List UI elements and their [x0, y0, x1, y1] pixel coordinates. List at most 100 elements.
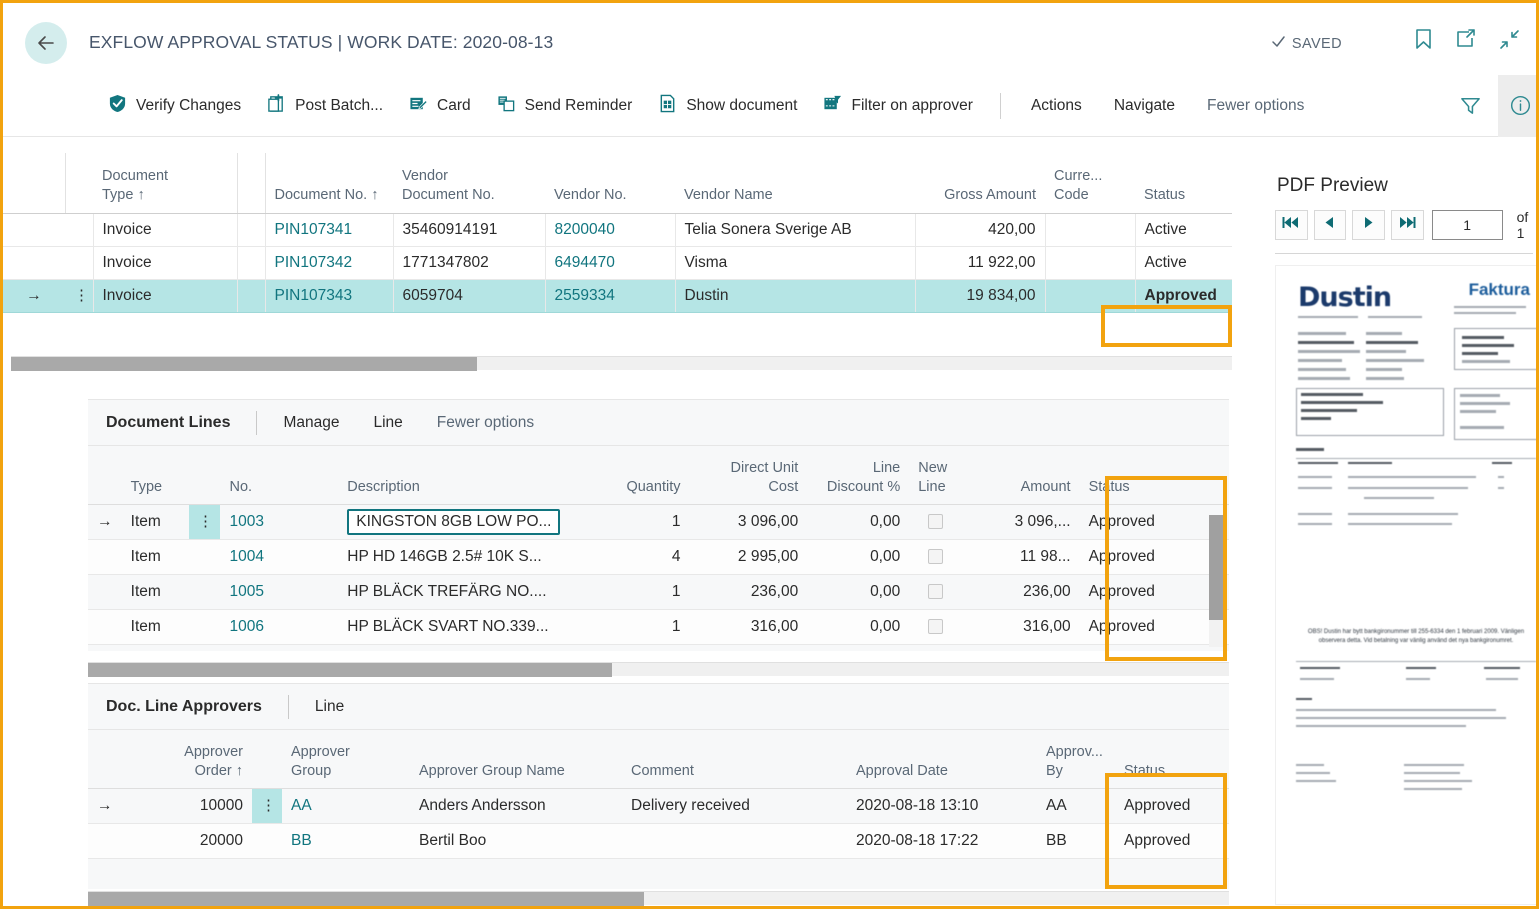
open-in-new-window-icon[interactable] [1455, 29, 1477, 54]
cell-new-line[interactable] [909, 574, 962, 610]
verify-changes-button[interactable]: Verify Changes [95, 84, 254, 128]
table-row[interactable]: Invoice PIN107342 1771347802 6494470 Vis… [3, 246, 1232, 280]
row-menu-button[interactable]: ⋮ [65, 279, 94, 313]
next-page-button[interactable] [1352, 210, 1385, 240]
card-button[interactable]: Card [396, 84, 484, 128]
previous-page-button[interactable] [1313, 210, 1347, 240]
header-status[interactable]: Status [1115, 730, 1229, 789]
cell-document-no[interactable]: PIN107343 [265, 279, 394, 313]
row-menu[interactable] [252, 823, 282, 859]
row-menu-button[interactable]: ⋮ [252, 788, 282, 824]
row-menu[interactable] [188, 539, 221, 575]
header-approved-by[interactable]: Approv... By [1037, 730, 1115, 789]
collapse-icon[interactable] [1499, 29, 1520, 55]
table-row[interactable]: Item 1005 HP BLÄCK TREFÄRG NO.... 1 236,… [88, 574, 1229, 610]
tab-line[interactable]: Line [315, 698, 344, 716]
header-vendor-name[interactable]: Vendor Name [675, 153, 915, 214]
cell-approver-group[interactable]: AA [282, 788, 410, 824]
cell-vendor-no[interactable]: 2559334 [545, 279, 676, 313]
header-approver-group[interactable]: Approver Group [282, 730, 410, 789]
scrollbar-thumb[interactable] [11, 357, 477, 371]
cell-document-no[interactable]: PIN107341 [265, 213, 394, 247]
header-new-line[interactable]: New Line [909, 446, 962, 505]
page-number-input[interactable]: 1 [1431, 210, 1503, 240]
header-comment[interactable]: Comment [622, 730, 847, 789]
header-document-no[interactable]: Document No. ↑ [264, 153, 393, 214]
header-document-type[interactable]: Document Type ↑ [93, 153, 237, 214]
cell-description[interactable]: HP HD 146GB 2.5# 10K S... [338, 539, 572, 575]
navigate-menu[interactable]: Navigate [1098, 84, 1191, 128]
document-lines-vscrollbar[interactable] [1209, 515, 1223, 647]
row-menu[interactable] [65, 246, 94, 280]
header-direct-unit-cost[interactable]: Direct Unit Cost [689, 446, 808, 505]
new-line-checkbox[interactable] [928, 618, 944, 634]
table-row[interactable]: Item 1006 HP BLÄCK SVART NO.339... 1 316… [88, 609, 1229, 645]
table-row-selected[interactable]: → 10000 ⋮ AA Anders Andersson Delivery r… [88, 788, 1229, 824]
scrollbar-thumb[interactable] [1209, 515, 1223, 620]
cell-no[interactable]: 1004 [220, 539, 339, 575]
header-vendor-no[interactable]: Vendor No. [545, 153, 675, 214]
last-page-button[interactable] [1390, 210, 1424, 240]
fewer-options-menu[interactable]: Fewer options [1191, 84, 1320, 128]
header-description[interactable]: Description [338, 446, 572, 505]
header-status[interactable]: Status [1079, 446, 1215, 505]
cell-new-line[interactable] [909, 609, 962, 645]
new-line-checkbox[interactable] [928, 548, 944, 564]
header-currency-code[interactable]: Curre... Code [1045, 153, 1135, 214]
table-row[interactable]: Invoice PIN107341 35460914191 8200040 Te… [3, 213, 1232, 247]
cell-description[interactable]: HP BLÄCK SVART NO.339... [338, 609, 572, 645]
cell-no[interactable]: 1005 [220, 574, 339, 610]
description-focused-input[interactable]: KINGSTON 8GB LOW PO... [347, 508, 561, 535]
cell-no[interactable]: 1003 [220, 504, 339, 540]
header-approval-date[interactable]: Approval Date [847, 730, 1037, 789]
header-no[interactable]: No. [220, 446, 339, 505]
header-quantity[interactable]: Quantity [571, 446, 690, 505]
cell-description[interactable]: HP BLÄCK TREFÄRG NO.... [338, 574, 572, 610]
scrollbar-thumb[interactable] [88, 663, 612, 677]
pdf-document-page[interactable]: Dustin Faktura OBS! Dustin har bytt bank… [1275, 265, 1536, 905]
cell-vendor-no[interactable]: 6494470 [545, 246, 676, 280]
header-gross-amount[interactable]: Gross Amount [915, 153, 1045, 214]
cell-approver-group[interactable]: BB [282, 823, 410, 859]
filter-on-approver-button[interactable]: Filter on approver [810, 84, 985, 128]
tab-manage[interactable]: Manage [283, 414, 339, 432]
first-page-button[interactable] [1275, 210, 1308, 240]
send-reminder-button[interactable]: Send Reminder [484, 84, 646, 128]
row-menu[interactable] [188, 574, 221, 610]
row-menu[interactable] [65, 213, 94, 247]
back-button[interactable] [25, 22, 67, 64]
table-row[interactable]: Item 1004 HP HD 146GB 2.5# 10K S... 4 2 … [88, 539, 1229, 575]
documents-grid-hscrollbar[interactable] [11, 356, 1232, 371]
actions-menu[interactable]: Actions [1015, 84, 1098, 128]
cell-document-no[interactable]: PIN107342 [265, 246, 394, 280]
header-vendor-document-no[interactable]: Vendor Document No. [393, 153, 545, 214]
header-amount[interactable]: Amount [961, 446, 1080, 505]
cell-vendor-no[interactable]: 8200040 [545, 213, 676, 247]
info-circle-icon[interactable] [1498, 74, 1536, 137]
table-row-selected[interactable]: → Item ⋮ 1003 KINGSTON 8GB LOW PO... 1 3… [88, 504, 1229, 540]
post-batch-button[interactable]: Post Batch... [254, 84, 396, 128]
row-menu[interactable] [188, 609, 221, 645]
tab-line[interactable]: Line [373, 414, 402, 432]
new-line-checkbox[interactable] [928, 583, 944, 599]
scrollbar-thumb[interactable] [88, 892, 644, 906]
header-status[interactable]: Status [1135, 153, 1232, 214]
cell-new-line[interactable] [909, 504, 962, 540]
header-line-discount[interactable]: Line Discount % [807, 446, 910, 505]
document-lines-hscrollbar[interactable] [88, 662, 1229, 677]
tab-fewer-options[interactable]: Fewer options [437, 414, 534, 432]
funnel-icon[interactable] [1443, 94, 1498, 117]
cell-new-line[interactable] [909, 539, 962, 575]
show-document-button[interactable]: Show document [645, 84, 810, 128]
new-line-checkbox[interactable] [928, 513, 944, 529]
header-approver-group-name[interactable]: Approver Group Name [410, 730, 622, 789]
header-approver-order[interactable]: Approver Order ↑ [120, 730, 252, 789]
header-type[interactable]: Type [121, 446, 189, 505]
doc-line-approvers-hscrollbar[interactable] [88, 891, 1229, 906]
cell-no[interactable]: 1006 [220, 609, 339, 645]
cell-description[interactable]: KINGSTON 8GB LOW PO... [338, 504, 572, 540]
table-row[interactable]: 20000 BB Bertil Boo 2020-08-18 17:22 BB … [88, 823, 1229, 859]
table-row-selected[interactable]: → ⋮ Invoice PIN107343 6059704 2559334 Du… [3, 279, 1232, 313]
row-menu-button[interactable]: ⋮ [188, 504, 221, 540]
bookmark-icon[interactable] [1414, 28, 1433, 55]
